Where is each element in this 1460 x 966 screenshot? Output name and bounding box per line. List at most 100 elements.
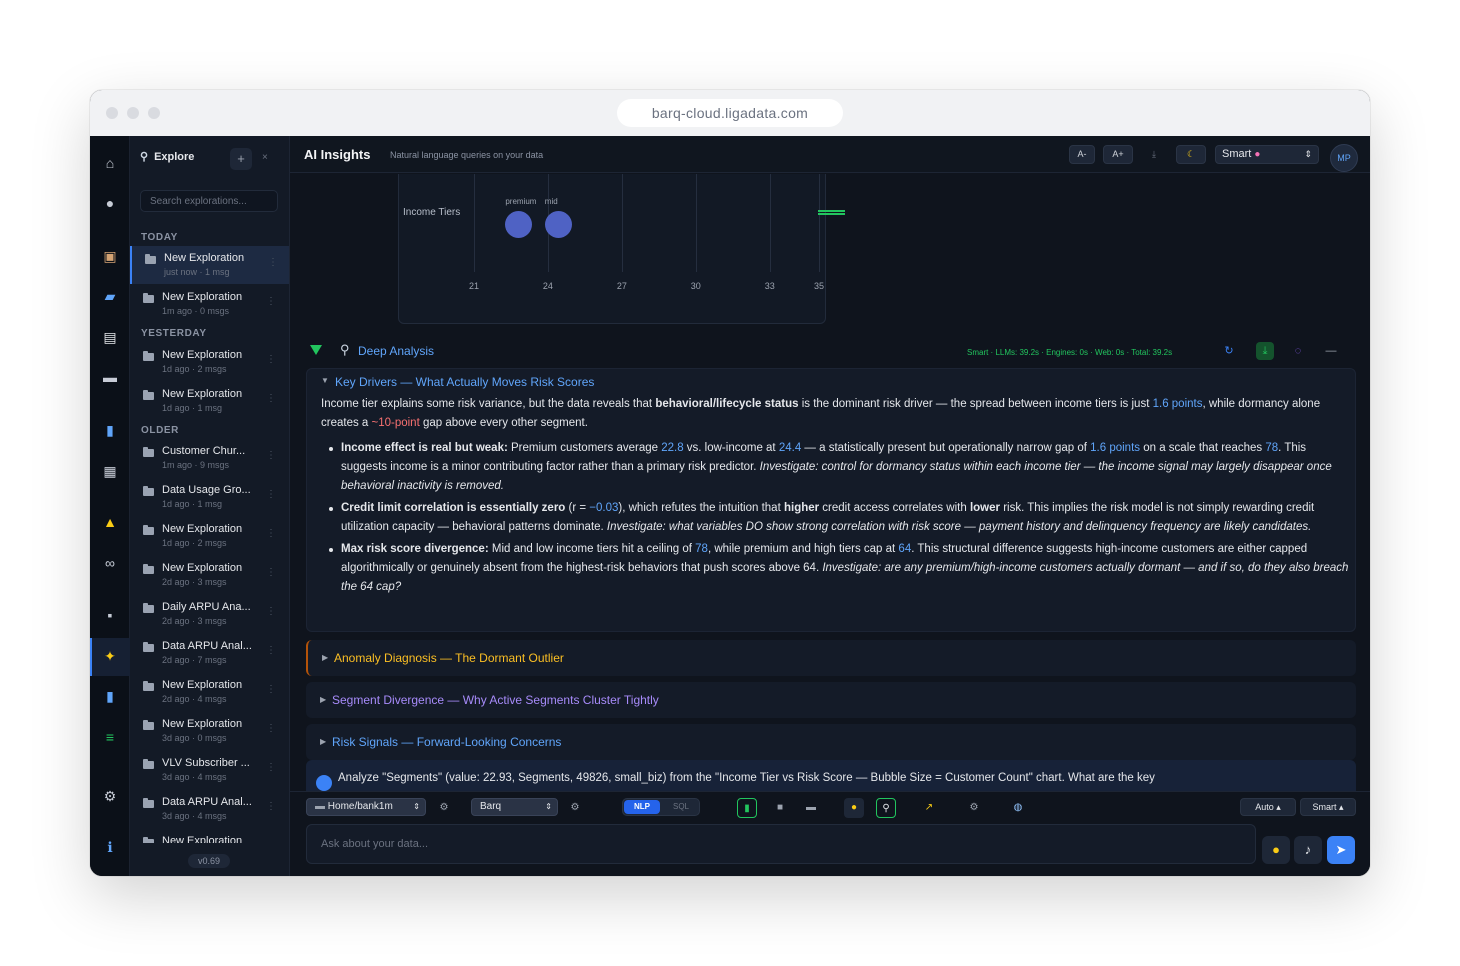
more-icon[interactable]: ⋮ bbox=[266, 801, 276, 812]
folder-icon[interactable]: ▰ bbox=[100, 286, 120, 306]
new-exploration-button[interactable]: + bbox=[230, 148, 252, 170]
maximize-window-dot[interactable] bbox=[148, 107, 160, 119]
path-select[interactable]: ▬ Home/bank1m ⇕ bbox=[306, 798, 426, 816]
more-icon[interactable]: ⋮ bbox=[266, 393, 276, 404]
segment-title[interactable]: Segment Divergence — Why Active Segments… bbox=[332, 693, 659, 707]
lightbulb-icon[interactable]: ● bbox=[1262, 836, 1290, 864]
analytics-icon[interactable]: ▮ bbox=[100, 686, 120, 706]
model-select[interactable]: Smart ● ⇕ bbox=[1215, 145, 1319, 164]
risk-section[interactable]: ▶ Risk Signals — Forward-Looking Concern… bbox=[306, 724, 1356, 760]
more-icon[interactable]: ⋮ bbox=[266, 354, 276, 365]
chart-bubble[interactable] bbox=[505, 211, 533, 238]
auto-select[interactable]: Auto ▴ bbox=[1240, 798, 1296, 816]
microphone-icon[interactable]: ♪ bbox=[1294, 836, 1322, 864]
anomaly-title[interactable]: Anomaly Diagnosis — The Dormant Outlier bbox=[334, 651, 564, 665]
clipboard-icon[interactable]: ▤ bbox=[100, 327, 120, 347]
grid-icon[interactable]: ▬ bbox=[801, 798, 821, 818]
more-icon[interactable]: ⋮ bbox=[266, 606, 276, 617]
engine-select[interactable]: Barq ⇕ bbox=[471, 798, 558, 816]
ask-input[interactable]: Ask about your data... bbox=[306, 824, 1256, 864]
link-icon[interactable]: ∞ bbox=[100, 553, 120, 573]
satellite-icon[interactable]: ↗ bbox=[919, 798, 939, 818]
exploration-item[interactable]: New Exploration 1d ago · 2 msgs ⋮ bbox=[130, 343, 289, 381]
chart-icon[interactable]: ▮ bbox=[737, 798, 757, 818]
minimize-window-dot[interactable] bbox=[127, 107, 139, 119]
exploration-item[interactable]: Data Usage Gro... 1d ago · 1 msg ⋮ bbox=[130, 478, 289, 516]
nlp-mode-button[interactable]: NLP bbox=[624, 800, 660, 814]
more-icon[interactable]: ⋮ bbox=[266, 528, 276, 539]
exploration-item[interactable]: New Exploration 1d ago · 1 msg ⋮ bbox=[130, 382, 289, 420]
home-icon[interactable]: ⌂ bbox=[100, 153, 120, 173]
key-drivers-title[interactable]: Key Drivers — What Actually Moves Risk S… bbox=[335, 375, 594, 389]
settings-icon[interactable]: ⚙ bbox=[565, 798, 585, 818]
sparkles-icon[interactable]: ✦ bbox=[100, 646, 120, 666]
anomaly-section[interactable]: ▶ Anomaly Diagnosis — The Dormant Outlie… bbox=[306, 640, 1356, 676]
segment-section[interactable]: ▶ Segment Divergence — Why Active Segmen… bbox=[306, 682, 1356, 718]
exploration-item[interactable]: New Exploration 3d ago · 0 msgs ⋮ bbox=[130, 712, 289, 750]
download-icon[interactable]: ⤓ bbox=[1142, 145, 1166, 164]
bell-icon[interactable]: ▲ bbox=[100, 512, 120, 532]
search-icon[interactable]: ⚲ bbox=[876, 798, 896, 818]
expand-arrow-icon[interactable]: ▶ bbox=[322, 653, 328, 662]
url-bar[interactable]: barq-cloud.ligadata.com bbox=[617, 99, 843, 127]
avatar[interactable]: MP bbox=[1330, 144, 1358, 172]
lightbulb-icon[interactable]: ● bbox=[844, 798, 864, 818]
table-icon[interactable]: ■ bbox=[770, 798, 790, 818]
search-explorations-input[interactable]: Search explorations... bbox=[140, 190, 278, 212]
download-icon[interactable]: ⤓ bbox=[1256, 342, 1274, 360]
font-decrease-button[interactable]: A- bbox=[1069, 145, 1095, 164]
exploration-item[interactable]: New Exploration bbox=[130, 829, 289, 843]
refresh-icon[interactable]: ↻ bbox=[1220, 342, 1238, 360]
more-icon[interactable]: ⋮ bbox=[266, 684, 276, 695]
chart-tick-label: 35 bbox=[814, 281, 825, 291]
risk-title[interactable]: Risk Signals — Forward-Looking Concerns bbox=[332, 735, 561, 749]
chat-icon[interactable]: ● bbox=[100, 193, 120, 213]
settings-icon[interactable]: ⚙ bbox=[434, 798, 454, 818]
mode-toggle[interactable]: NLP SQL bbox=[622, 798, 700, 816]
send-button[interactable]: ➤ bbox=[1327, 836, 1355, 864]
chart-bubble[interactable] bbox=[544, 211, 572, 238]
exploration-item[interactable]: VLV Subscriber ... 3d ago · 4 msgs ⋮ bbox=[130, 751, 289, 789]
info-icon[interactable]: ℹ bbox=[100, 837, 120, 857]
more-icon[interactable]: ⋮ bbox=[268, 257, 278, 268]
more-icon[interactable]: ⋮ bbox=[266, 723, 276, 734]
expand-arrow-icon[interactable]: ▶ bbox=[320, 737, 326, 746]
exploration-item[interactable]: Data ARPU Anal... 2d ago · 7 msgs ⋮ bbox=[130, 634, 289, 672]
path-select-value: Home/bank1m bbox=[327, 801, 393, 812]
more-icon[interactable]: ⋮ bbox=[266, 489, 276, 500]
globe-icon[interactable]: ◍ bbox=[1008, 798, 1028, 818]
close-sidebar-icon[interactable]: × bbox=[262, 152, 268, 163]
exploration-item[interactable]: New Exploration 1m ago · 0 msgs ⋮ bbox=[130, 285, 289, 323]
exploration-item[interactable]: New Exploration 1d ago · 2 msgs ⋮ bbox=[130, 517, 289, 555]
gear-icon[interactable]: ⚙ bbox=[100, 786, 120, 806]
device-icon[interactable]: ▪ bbox=[100, 605, 120, 625]
inbox-icon[interactable]: ▦ bbox=[100, 461, 120, 481]
exploration-item[interactable]: New Exploration 2d ago · 3 msgs ⋮ bbox=[130, 556, 289, 594]
sql-mode-button[interactable]: SQL bbox=[663, 800, 699, 814]
moon-icon[interactable]: ☾ bbox=[1176, 145, 1206, 164]
gear-icon[interactable]: ⚙ bbox=[964, 798, 984, 818]
books-icon[interactable]: ≡ bbox=[100, 727, 120, 747]
exploration-item[interactable]: New Exploration 2d ago · 4 msgs ⋮ bbox=[130, 673, 289, 711]
more-icon[interactable]: ⋮ bbox=[266, 762, 276, 773]
font-increase-button[interactable]: A+ bbox=[1103, 145, 1133, 164]
info-circle-icon[interactable]: ◌ bbox=[1289, 342, 1307, 360]
expand-arrow-icon[interactable]: ▶ bbox=[320, 695, 326, 704]
expand-arrow-icon[interactable]: ▼ bbox=[321, 376, 329, 385]
exploration-item[interactable]: New Exploration just now · 1 msg ⋮ bbox=[130, 246, 289, 284]
smart-select[interactable]: Smart ▴ bbox=[1300, 798, 1356, 816]
exploration-item[interactable]: Customer Chur... 1m ago · 9 msgs ⋮ bbox=[130, 439, 289, 477]
exploration-item[interactable]: Daily ARPU Ana... 2d ago · 3 msgs ⋮ bbox=[130, 595, 289, 633]
more-icon[interactable]: ⋮ bbox=[266, 450, 276, 461]
chart-gridline bbox=[621, 174, 623, 272]
more-icon[interactable]: ⋮ bbox=[266, 567, 276, 578]
bar-chart-icon[interactable]: ▮ bbox=[100, 420, 120, 440]
box-icon[interactable]: ▣ bbox=[100, 246, 120, 266]
more-icon[interactable]: ⋮ bbox=[266, 645, 276, 656]
close-window-dot[interactable] bbox=[106, 107, 118, 119]
collapse-triangle-icon[interactable] bbox=[310, 345, 322, 355]
minimize-icon[interactable]: — bbox=[1322, 342, 1340, 360]
more-icon[interactable]: ⋮ bbox=[266, 296, 276, 307]
card-icon[interactable]: ▬ bbox=[100, 367, 120, 387]
exploration-item[interactable]: Data ARPU Anal... 3d ago · 4 msgs ⋮ bbox=[130, 790, 289, 828]
